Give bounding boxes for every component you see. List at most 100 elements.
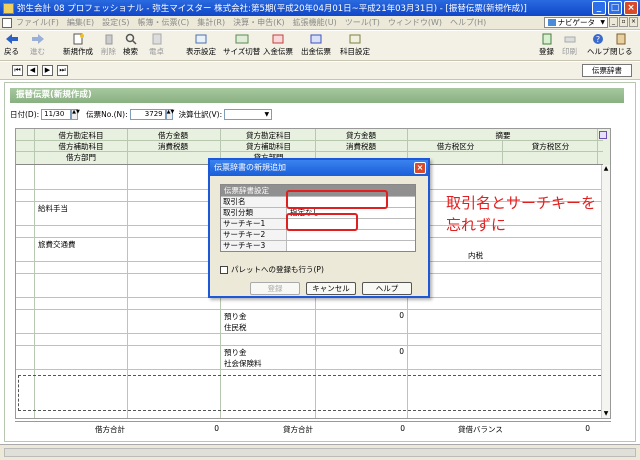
receipt-slip-button[interactable]: 入金伝票	[263, 33, 293, 57]
title-bar: 弥生会計 08 プロフェッショナル - 弥生マイスター 株式会社:第5期(平成2…	[0, 0, 640, 16]
cell-deposit-1[interactable]: 預り金	[224, 311, 247, 322]
slip-no-spinner[interactable]: ▲▼	[165, 108, 174, 120]
dialog-title-bar: 伝票辞書の新規追加 ×	[210, 160, 428, 176]
grid-line	[502, 141, 503, 165]
delete-button[interactable]: 削除	[101, 33, 116, 57]
dialog-help-button[interactable]: ヘルプ	[362, 282, 412, 295]
mdi-restore-button[interactable]: ▫	[619, 17, 628, 27]
dialog-buttons: 登録 キャンセル ヘルプ	[250, 282, 412, 295]
dialog-close-button[interactable]: ×	[414, 162, 426, 174]
next-record-button[interactable]: ▶	[42, 65, 53, 76]
navigator-button[interactable]: ナビゲータ ▼	[543, 17, 608, 28]
calculator-button[interactable]: 電卓	[149, 33, 164, 57]
search-button[interactable]: 検索	[123, 33, 138, 57]
printer-icon	[564, 36, 575, 43]
menu-tools[interactable]: ツール(T)	[345, 17, 380, 28]
back-button[interactable]: 戻る	[4, 33, 19, 57]
prev-record-button[interactable]: ◀	[27, 65, 38, 76]
navigator-icon	[547, 19, 556, 26]
grid-line	[16, 333, 603, 334]
header-fields: 日付(D): 11/30 ▲▼ 伝票No.(N): 3729 ▲▼ 決算仕訳(V…	[10, 107, 273, 121]
calculator-icon	[152, 33, 161, 45]
account-settings-button[interactable]: 科目設定	[340, 33, 370, 57]
palette-checkbox[interactable]	[220, 265, 228, 274]
grid-settings-icon[interactable]	[599, 131, 607, 139]
cell-resident-tax[interactable]: 住民税	[224, 322, 247, 333]
first-record-button[interactable]: ⏮	[12, 65, 23, 76]
scroll-up-icon[interactable]: ▲	[602, 165, 610, 173]
menu-help[interactable]: ヘルプ(H)	[450, 17, 486, 28]
date-spinner[interactable]: ▲▼	[71, 108, 80, 120]
menu-extensions[interactable]: 拡張機能(U)	[293, 17, 337, 28]
new-button[interactable]: 新規作成	[63, 33, 93, 57]
chevron-down-icon: ▼	[264, 110, 270, 118]
payment-slip-button[interactable]: 出金伝票	[301, 33, 331, 57]
totals-row: 借方合計 0 貸方合計 0 貸借バランス 0	[15, 421, 611, 434]
header-debit-dept: 借方部門	[66, 153, 96, 162]
dialog-cancel-button[interactable]: キャンセル	[306, 282, 356, 295]
grid-line	[16, 309, 603, 310]
transaction-name-label: 取引名	[221, 197, 287, 207]
menu-books[interactable]: 帳簿・伝票(C)	[137, 17, 189, 28]
grid-scrollbar[interactable]: ▲ ▼	[601, 165, 610, 418]
mdi-close-button[interactable]: ×	[629, 17, 638, 27]
forward-button[interactable]: 進む	[30, 33, 45, 57]
status-bar	[0, 444, 640, 460]
menu-file[interactable]: ファイル(F)	[16, 17, 59, 28]
debit-total-label: 借方合計	[95, 425, 125, 434]
menu-settings[interactable]: 設定(S)	[102, 17, 129, 28]
menu-closing[interactable]: 決算・申告(K)	[233, 17, 285, 28]
current-entry-row[interactable]	[18, 375, 610, 411]
search-key-3-input[interactable]	[287, 241, 415, 251]
document-icon	[2, 17, 12, 28]
size-toggle-button[interactable]: サイズ切替	[223, 33, 260, 57]
close-window-button[interactable]: ×	[624, 1, 638, 15]
palette-register-option[interactable]: パレットへの登録も行う(P)	[220, 264, 324, 275]
payment-slip-icon	[310, 34, 322, 44]
menu-bar: ファイル(F) 編集(E) 設定(S) 帳簿・伝票(C) 集計(R) 決算・申告…	[0, 16, 640, 30]
cell-social-insurance[interactable]: 社会保険料	[224, 358, 262, 369]
date-input[interactable]: 11/30	[41, 108, 72, 120]
cell-amount-2[interactable]: 0	[316, 347, 404, 356]
cell-deposit-2[interactable]: 預り金	[224, 347, 247, 358]
app-icon	[3, 2, 14, 14]
forward-arrow-icon	[31, 34, 44, 44]
print-button[interactable]: 印刷	[562, 33, 577, 57]
search-key-3-row: サーチキー3	[221, 240, 415, 251]
grid-line	[16, 151, 603, 152]
annotation-line-2: 忘れずに	[446, 216, 507, 234]
window-title: 弥生会計 08 プロフェッショナル - 弥生マイスター 株式会社:第5期(平成2…	[17, 4, 527, 14]
highlight-transaction-name	[286, 190, 388, 209]
debit-total-value: 0	[214, 424, 219, 433]
horizontal-scrollbar[interactable]	[4, 448, 636, 457]
dialog-register-button[interactable]: 登録	[250, 282, 300, 295]
slip-no-input[interactable]: 3729	[129, 108, 166, 120]
cell-travel[interactable]: 旅費交通費	[38, 239, 76, 250]
maximize-button[interactable]: □	[608, 1, 622, 15]
scroll-down-icon[interactable]: ▼	[602, 410, 610, 418]
cell-tax-inclusive[interactable]: 内税	[468, 250, 483, 261]
grid-line	[597, 129, 598, 165]
closing-entry-select[interactable]: ▼	[224, 108, 273, 120]
display-settings-button[interactable]: 表示設定	[186, 33, 216, 57]
menu-edit[interactable]: 編集(E)	[67, 17, 94, 28]
menu-window[interactable]: ウィンドウ(W)	[388, 17, 442, 28]
search-key-2-input[interactable]	[287, 230, 415, 240]
register-button[interactable]: 登録	[539, 33, 554, 57]
menu-reports[interactable]: 集計(R)	[197, 17, 225, 28]
balance-value: 0	[585, 424, 590, 433]
receipt-slip-icon	[272, 34, 284, 44]
close-button[interactable]: 閉じる	[610, 33, 633, 57]
cell-salary[interactable]: 給料手当	[38, 203, 68, 214]
last-record-button[interactable]: ⏭	[57, 65, 68, 76]
delete-icon	[105, 34, 112, 45]
search-key-2-label: サーチキー2	[221, 230, 287, 240]
grid-line	[16, 345, 603, 346]
mdi-minimize-button[interactable]: _	[609, 17, 618, 27]
help-button[interactable]: ? ヘルプ	[587, 33, 610, 57]
slip-no-label: 伝票No.(N):	[86, 109, 128, 119]
cell-amount-1[interactable]: 0	[316, 311, 404, 320]
slip-dictionary-button[interactable]: 伝票辞書	[582, 64, 632, 77]
minimize-button[interactable]: _	[592, 1, 606, 15]
close-door-icon	[616, 33, 626, 45]
